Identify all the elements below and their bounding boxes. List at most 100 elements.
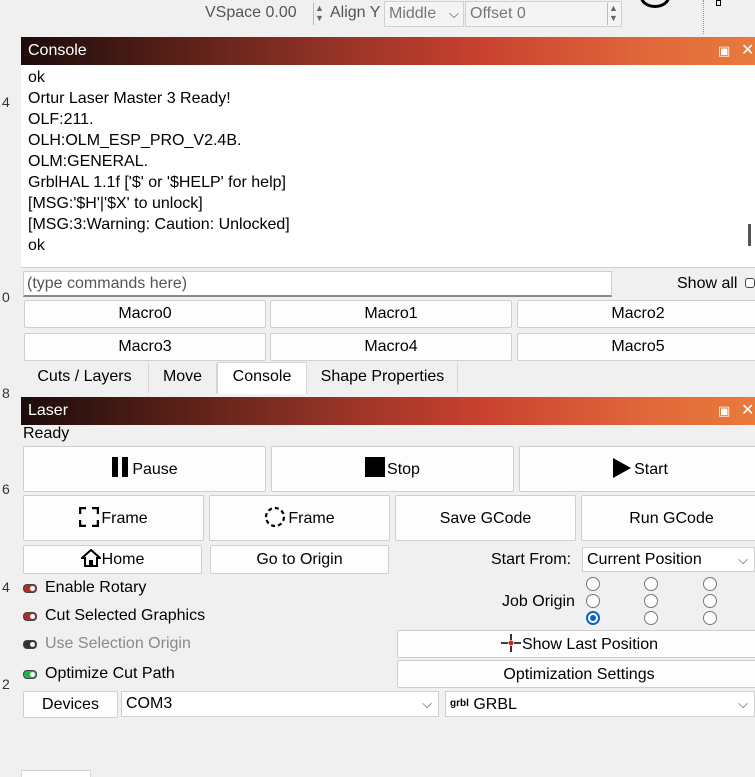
job-origin-label: Job Origin — [502, 593, 575, 610]
console-line: ok — [28, 237, 45, 254]
macro2-button[interactable]: Macro2 — [517, 300, 755, 328]
frame-circle-label: Frame — [288, 510, 335, 527]
console-line: OLF:211. — [28, 111, 94, 128]
crosshair-icon — [500, 634, 521, 652]
console-line: ok — [28, 69, 45, 86]
job-origin-top-left[interactable] — [586, 577, 600, 591]
pause-button[interactable]: Pause — [23, 446, 266, 492]
align-y-value: Middle — [389, 5, 437, 22]
offset-spinner[interactable]: ▲ ▼ — [607, 3, 619, 25]
macro5-button[interactable]: Macro5 — [517, 333, 755, 361]
optimization-settings-button[interactable]: Optimization Settings — [397, 660, 755, 688]
command-input[interactable]: (type commands here) — [23, 271, 612, 297]
ruler-mark: 4 — [2, 579, 10, 595]
laser-title: Laser — [28, 402, 69, 419]
show-last-position-label: Show Last Position — [521, 636, 659, 653]
stop-button[interactable]: Stop — [271, 446, 514, 492]
home-button[interactable]: Home — [23, 545, 202, 574]
chevron-down-icon: ⌵ — [449, 6, 459, 21]
macro0-button[interactable]: Macro0 — [24, 300, 266, 328]
macro1-button[interactable]: Macro1 — [270, 300, 512, 328]
offset-value: Offset 0 — [470, 5, 526, 22]
console-line: [MSG:3:Warning: Caution: Unlocked] — [28, 216, 290, 233]
console-line: OLH:OLM_ESP_PRO_V2.4B. — [28, 132, 242, 149]
play-icon — [613, 458, 632, 478]
ruler-mark: 0 — [2, 289, 10, 305]
frame-circle-icon — [265, 506, 286, 528]
macro3-button[interactable]: Macro3 — [24, 333, 266, 361]
console-line: Ortur Laser Master 3 Ready! — [28, 90, 231, 107]
start-from-label: Start From: — [491, 551, 572, 568]
start-from-value: Current Position — [587, 551, 702, 568]
offset-field[interactable]: Offset 0 ▲ ▼ — [465, 1, 622, 27]
run-gcode-button[interactable]: Run GCode — [581, 495, 755, 541]
job-origin-top-center[interactable] — [644, 577, 658, 591]
stop-icon — [365, 457, 386, 477]
pause-label: Pause — [132, 461, 178, 478]
console-title: Console — [28, 42, 87, 59]
ruler-mark: 8 — [2, 385, 10, 401]
align-y-select[interactable]: Middle ⌵ — [384, 1, 464, 27]
laser-status: Ready — [23, 425, 70, 442]
tab-shape-properties[interactable]: Shape Properties — [308, 363, 458, 393]
laser-title-bar: Laser ▣ ✕ — [21, 397, 755, 425]
start-label: Start — [634, 461, 668, 478]
vspace-spinner[interactable]: ▲ ▼ — [313, 3, 325, 25]
frame-rectangle-button[interactable]: Frame — [23, 495, 204, 541]
optimize-cut-path-label: Optimize Cut Path — [45, 665, 175, 682]
toolbar-separator — [703, 0, 704, 34]
top-toolbar: VSpace 0.00 ▲ ▼ Align Y Middle ⌵ Offset 0… — [0, 0, 755, 36]
job-origin-top-right[interactable] — [703, 577, 717, 591]
close-icon[interactable]: ✕ — [741, 37, 754, 65]
optimize-cut-path-toggle[interactable] — [23, 670, 37, 679]
tool-circle-icon[interactable] — [640, 0, 670, 8]
console-scrollbar[interactable] — [748, 224, 751, 246]
console-line: [MSG:'$H'|'$X' to unlock] — [28, 195, 203, 212]
use-selection-origin-label: Use Selection Origin — [45, 635, 191, 652]
tab-cuts-layers[interactable]: Cuts / Layers — [21, 363, 149, 393]
job-origin-middle-center[interactable] — [644, 594, 658, 608]
console-line: OLM:GENERAL. — [28, 153, 149, 170]
job-origin-bottom-center[interactable] — [644, 611, 658, 625]
start-from-select[interactable]: Current Position ⌵ — [582, 547, 755, 572]
float-panel-icon[interactable]: ▣ — [718, 37, 730, 65]
save-gcode-button[interactable]: Save GCode — [395, 495, 576, 541]
enable-rotary-label: Enable Rotary — [45, 579, 147, 596]
ruler-mark: 6 — [2, 481, 10, 497]
go-to-origin-button[interactable]: Go to Origin — [210, 545, 389, 574]
job-origin-bottom-left[interactable] — [586, 611, 600, 625]
home-icon — [79, 548, 103, 567]
enable-rotary-toggle[interactable] — [23, 584, 37, 593]
home-label: Home — [101, 551, 145, 568]
port-select[interactable]: COM3 ⌵ — [121, 691, 439, 717]
frame-circle-button[interactable]: Frame — [209, 495, 390, 541]
float-panel-icon[interactable]: ▣ — [718, 397, 730, 425]
align-y-label: Align Y — [330, 4, 381, 21]
tab-move[interactable]: Move — [149, 363, 217, 393]
use-selection-origin-toggle[interactable] — [23, 640, 37, 649]
close-icon[interactable]: ✕ — [741, 397, 754, 425]
console-title-bar: Console ▣ ✕ — [21, 37, 755, 65]
tab-console[interactable]: Console — [217, 362, 307, 394]
macro4-button[interactable]: Macro4 — [270, 333, 512, 361]
port-value: COM3 — [126, 695, 173, 712]
toolbar-small-icon[interactable] — [716, 0, 721, 6]
console-line: GrblHAL 1.1f ['$' or '$HELP' for help] — [28, 174, 286, 191]
vspace-field[interactable]: VSpace 0.00 — [205, 4, 297, 22]
cut-selected-graphics-toggle[interactable] — [23, 612, 37, 621]
frame-rectangle-label: Frame — [101, 510, 148, 527]
job-origin-middle-right[interactable] — [703, 594, 717, 608]
show-all-checkbox[interactable] — [745, 278, 755, 288]
ruler-mark: 2 — [2, 676, 10, 692]
job-origin-middle-left[interactable] — [586, 594, 600, 608]
console-output[interactable]: ok Ortur Laser Master 3 Ready! OLF:211. … — [21, 65, 755, 268]
stop-label: Stop — [387, 461, 420, 478]
pause-icon — [111, 457, 129, 477]
grbl-icon: grbl — [450, 698, 469, 709]
bottom-tab[interactable] — [21, 770, 91, 777]
device-select[interactable]: grbl GRBL ⌵ — [445, 691, 755, 717]
job-origin-bottom-right[interactable] — [703, 611, 717, 625]
start-button[interactable]: Start — [519, 446, 755, 492]
show-last-position-button[interactable]: Show Last Position — [397, 630, 755, 658]
devices-button[interactable]: Devices — [23, 691, 118, 718]
